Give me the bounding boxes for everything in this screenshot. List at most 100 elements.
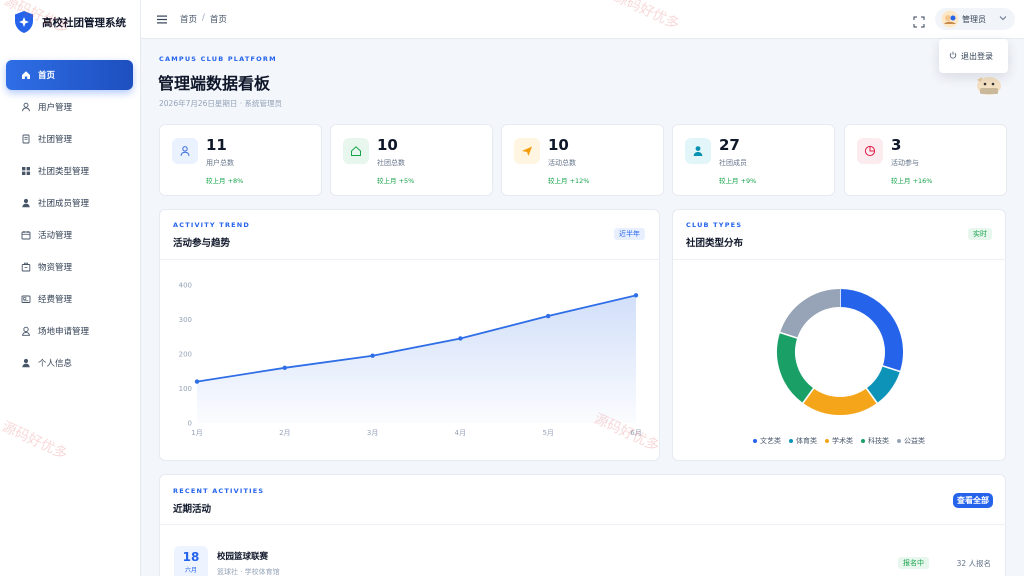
donut-slice — [777, 332, 814, 403]
y-tick-label: 400 — [179, 282, 192, 290]
breadcrumb-item[interactable]: 首页 — [180, 13, 197, 25]
dashboard-eyebrow: CAMPUS CLUB PLATFORM — [159, 55, 277, 63]
sidebar-item-label: 活动管理 — [38, 231, 73, 241]
x-tick-label: 4月 — [455, 429, 466, 437]
power-icon — [949, 51, 957, 61]
user-menu[interactable]: 管理员 — [935, 8, 1015, 30]
legend-item[interactable]: 体育类 — [789, 436, 817, 446]
top-header: 首页 / 首页 管理员 — [141, 0, 1024, 39]
person-icon — [20, 197, 32, 209]
donut-slice — [780, 289, 841, 339]
pie-icon — [864, 142, 876, 161]
legend-label: 公益类 — [904, 437, 925, 445]
sidebar-item-label: 用户管理 — [38, 103, 73, 113]
stat-card-activities: 10 活动总数 较上月 +12% — [501, 124, 664, 196]
activity-date: 18 六月 — [174, 546, 208, 576]
stat-trend: 较上月 +5% — [377, 177, 415, 185]
legend-item[interactable]: 科技类 — [861, 436, 889, 446]
user-name: 管理员 — [962, 14, 986, 24]
sidebar-item-home[interactable]: 首页 — [6, 60, 133, 90]
legend-dot — [825, 439, 829, 443]
stat-value: 10 — [548, 136, 569, 154]
legend-label: 科技类 — [868, 437, 889, 445]
document-icon — [20, 133, 32, 145]
sidebar-item-venue[interactable]: 场地申请管理 — [6, 316, 133, 346]
legend-dot — [861, 439, 865, 443]
sidebar-item-profile[interactable]: 个人信息 — [6, 348, 133, 378]
sidebar-item-label: 社团类型管理 — [38, 167, 90, 177]
stat-icon-box — [343, 138, 369, 164]
stat-value: 3 — [891, 136, 902, 154]
chevron-down-icon — [999, 14, 1007, 23]
activity-meta: 篮球社 · 学校体育馆 — [217, 568, 280, 576]
activity-month: 六月 — [184, 567, 197, 574]
panel-title: 近期活动 — [173, 504, 212, 515]
sidebar-item-materials[interactable]: 物资管理 — [6, 252, 133, 282]
data-point — [633, 293, 639, 298]
panel-divider — [160, 524, 1005, 525]
legend-item[interactable]: 公益类 — [897, 436, 925, 446]
shield-logo-icon — [13, 10, 35, 34]
sidebar-item-label: 社团管理 — [38, 135, 73, 145]
breadcrumb: 首页 / 首页 — [180, 13, 227, 25]
sidebar-item-label: 物资管理 — [38, 263, 73, 273]
breadcrumb-item: 首页 — [209, 15, 227, 25]
location-icon — [20, 325, 32, 337]
sidebar-item-members[interactable]: 社团成员管理 — [6, 188, 133, 218]
stat-trend: 较上月 +8% — [206, 177, 244, 185]
sidebar-item-label: 场地申请管理 — [38, 327, 90, 337]
x-tick-label: 1月 — [191, 429, 202, 437]
data-point — [370, 353, 375, 358]
stat-card-clubs: 10 社团总数 较上月 +5% — [330, 124, 493, 196]
x-tick-label: 6月 — [630, 429, 641, 437]
sidebar-item-clubs[interactable]: 社团管理 — [6, 124, 133, 154]
stat-card-members: 27 社团成员 较上月 +9% — [672, 124, 835, 196]
stat-trend: 较上月 +9% — [719, 177, 757, 185]
stat-label: 活动总数 — [548, 159, 576, 167]
legend-dot — [753, 439, 757, 443]
legend-item[interactable]: 学术类 — [825, 436, 853, 446]
y-tick-label: 200 — [179, 351, 192, 359]
stat-value: 11 — [206, 136, 227, 154]
page-title: 管理端数据看板 — [158, 74, 271, 93]
y-tick-label: 300 — [179, 316, 192, 324]
legend-dot — [897, 439, 901, 443]
home-icon — [20, 69, 32, 81]
x-tick-label: 5月 — [542, 429, 553, 437]
activity-trend-panel: ACTIVITY TREND 活动参与趋势 近半年 0 100 200 300 400 1… — [159, 209, 660, 461]
profile-icon — [20, 357, 32, 369]
status-badge: 报名中 — [898, 557, 929, 569]
stat-value: 10 — [377, 136, 398, 154]
stat-label: 社团成员 — [719, 159, 747, 167]
sidebar-item-label: 经费管理 — [38, 295, 73, 305]
data-point — [194, 379, 200, 384]
sidebar-item-club-types[interactable]: 社团类型管理 — [6, 156, 133, 186]
sidebar-menu: 首页 用户管理 社团管理 社团类型管理 社团成员管理 活动管理 物资管理 经费管… — [6, 60, 133, 380]
sidebar-item-users[interactable]: 用户管理 — [6, 92, 133, 122]
stat-card-users: 11 用户总数 较上月 +8% — [159, 124, 322, 196]
member-icon — [692, 142, 704, 161]
stat-trend: 较上月 +16% — [891, 177, 933, 185]
data-point — [546, 313, 551, 319]
sidebar: 高校社团管理系统 首页 用户管理 社团管理 社团类型管理 社团成员管理 活动管理 — [0, 0, 141, 576]
donut-slice — [802, 388, 878, 415]
grid-icon — [20, 165, 32, 177]
stat-icon-box — [685, 138, 711, 164]
club-types-donut-chart — [777, 288, 903, 415]
fullscreen-icon[interactable] — [913, 13, 925, 28]
mascot-illustration — [972, 72, 1006, 98]
legend-item[interactable]: 文艺类 — [753, 436, 781, 446]
activity-title[interactable]: 校园篮球联赛 — [217, 550, 268, 562]
hamburger-menu-icon[interactable] — [156, 13, 168, 25]
area-fill — [197, 295, 636, 423]
home-outline-icon — [350, 142, 362, 161]
view-all-button[interactable]: 查看全部 — [953, 493, 993, 508]
sidebar-item-funds[interactable]: 经费管理 — [6, 284, 133, 314]
logout-label: 退出登录 — [961, 51, 993, 61]
brand: 高校社团管理系统 — [0, 0, 140, 44]
wallet-icon — [20, 293, 32, 305]
legend-label: 学术类 — [832, 437, 853, 445]
user-dropdown-logout[interactable]: 退出登录 — [939, 39, 1008, 73]
activity-day: 18 — [182, 550, 200, 564]
sidebar-item-activities[interactable]: 活动管理 — [6, 220, 133, 250]
